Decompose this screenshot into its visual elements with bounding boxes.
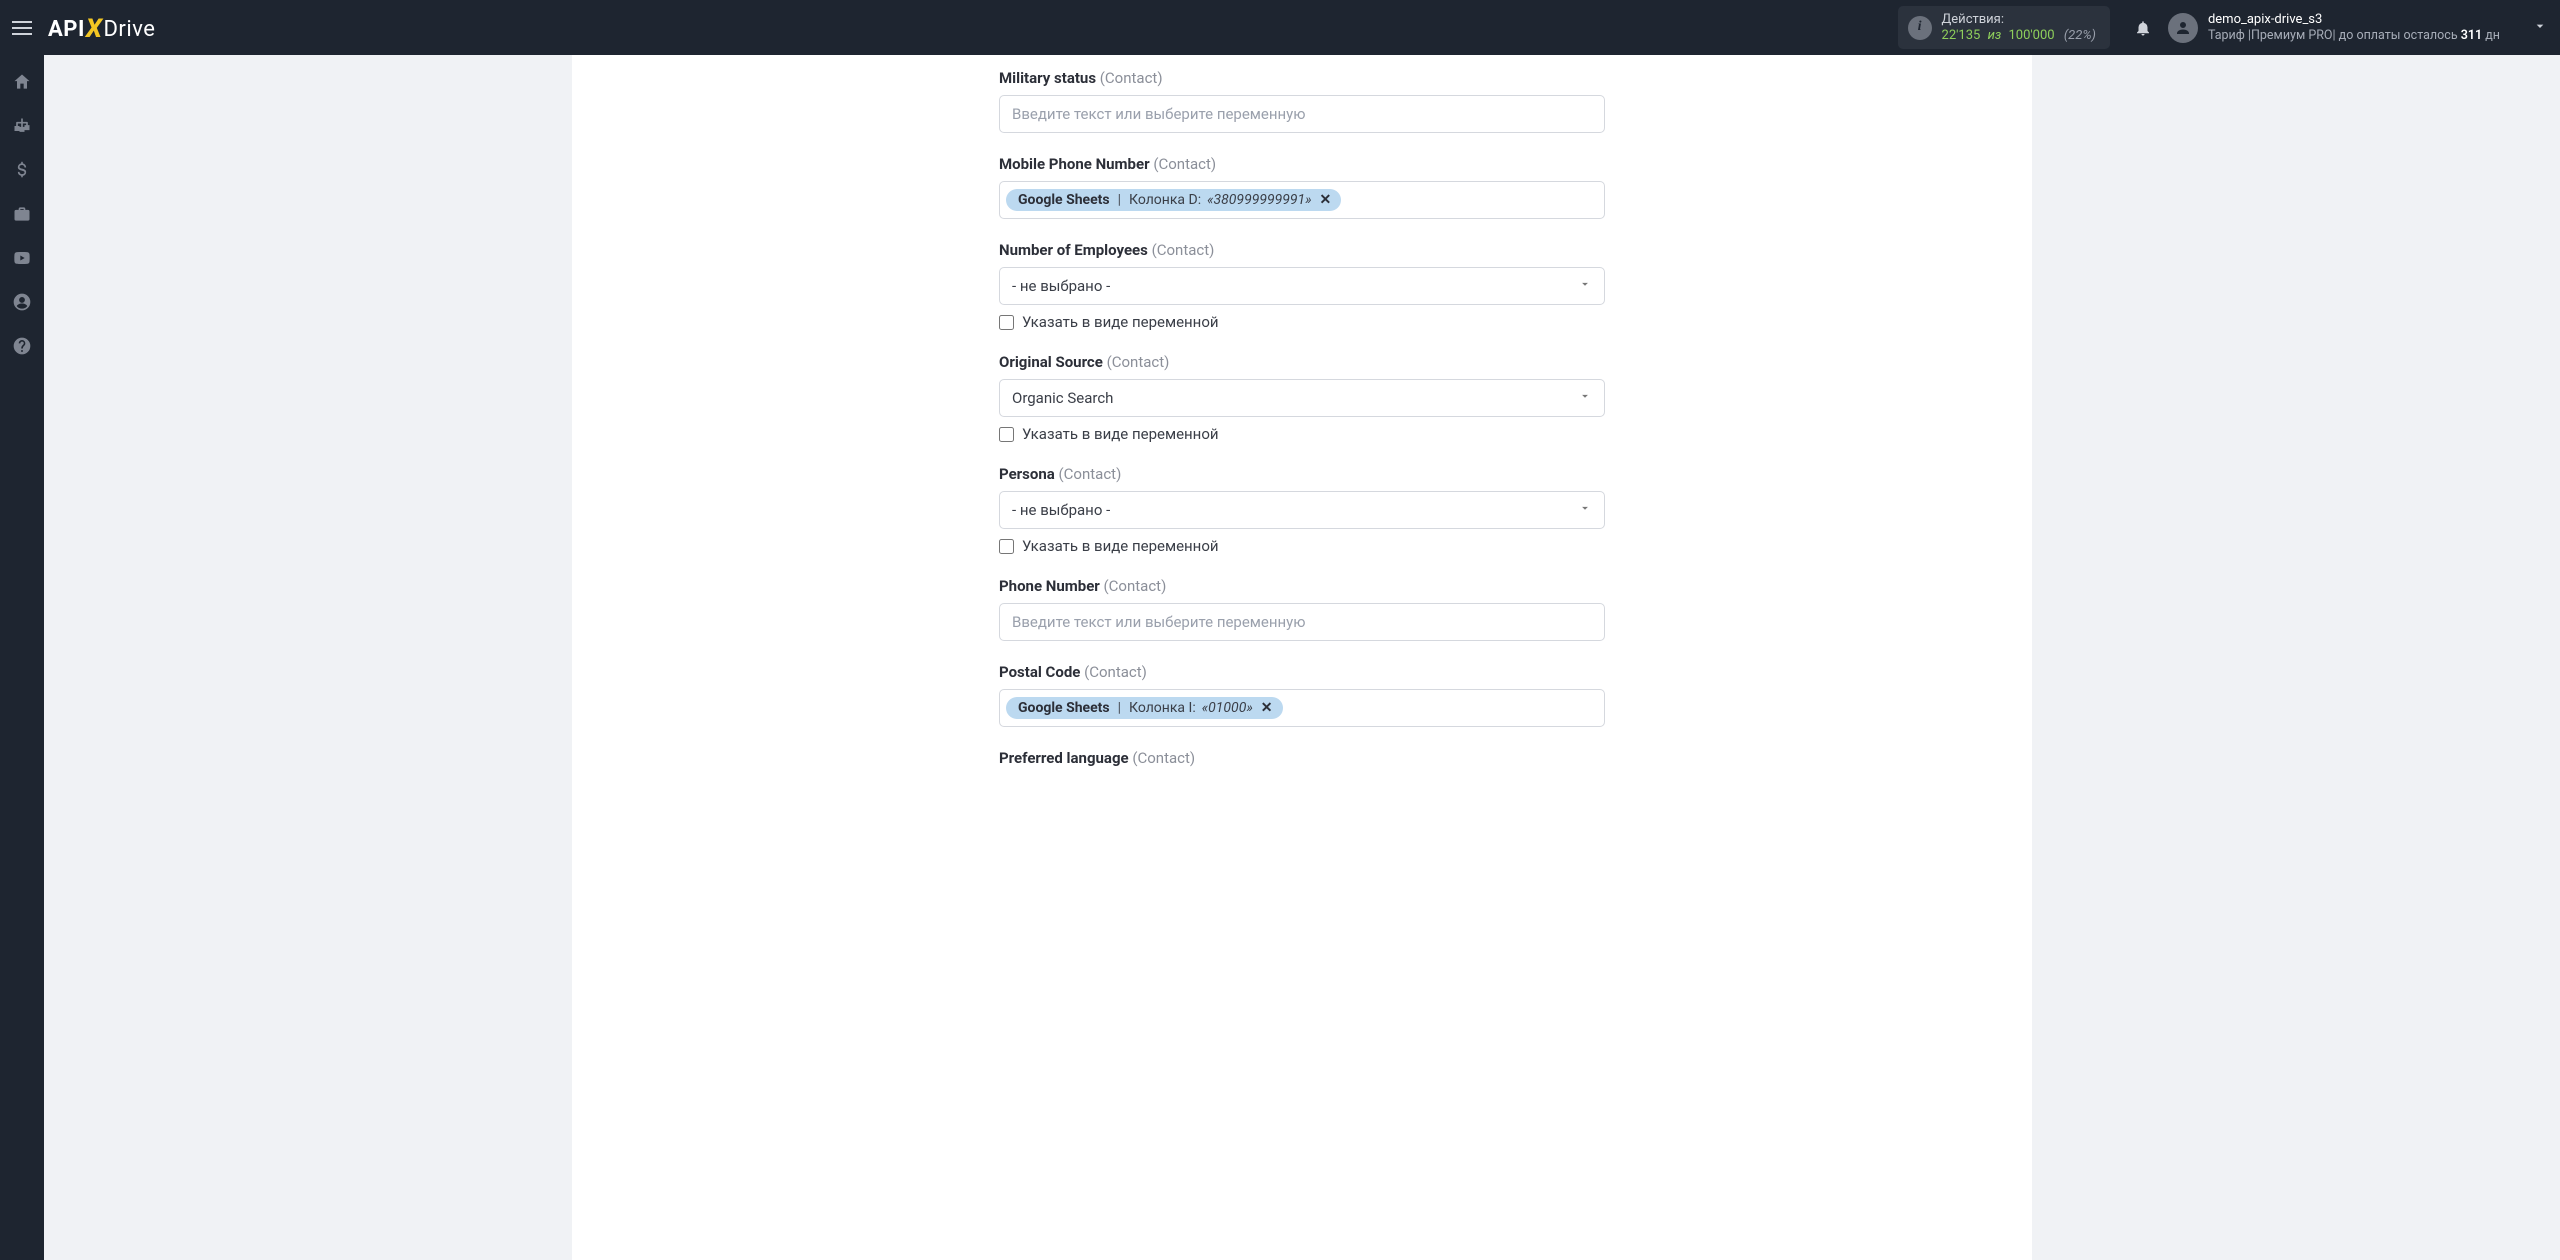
nav-account[interactable] [0, 283, 44, 321]
info-icon: i [1908, 16, 1932, 40]
actions-label: Действия: [1942, 12, 2096, 28]
field-military_status: Military status (Contact) Введите текст и… [999, 69, 1605, 133]
num_employees-select[interactable]: - не выбрано - [999, 267, 1605, 305]
chevron-down-icon [1578, 389, 1592, 407]
chip-remove[interactable]: ✕ [1261, 700, 1273, 716]
field-preferred_language: Preferred language (Contact) [999, 749, 1605, 767]
field-label-text: Number of Employees [999, 241, 1148, 259]
field-persona: Persona (Contact) - не выбрано - Указать в… [999, 465, 1605, 555]
field-label: Phone Number (Contact) [999, 577, 1605, 595]
actions-counts: 22'135 из 100'000 (22%) [1942, 28, 2096, 44]
field-label-context: (Contact) [1100, 69, 1163, 87]
persona-as-variable[interactable]: Указать в виде переменной [999, 537, 1605, 555]
field-mobile_phone: Mobile Phone Number (Contact) Google Shee… [999, 155, 1605, 219]
nav-connections[interactable] [0, 107, 44, 145]
dollar-icon [12, 160, 32, 180]
nav-billing[interactable] [0, 151, 44, 189]
menu-toggle[interactable] [0, 6, 44, 50]
field-label-context: (Contact) [1104, 577, 1167, 595]
chip-remove[interactable]: ✕ [1320, 192, 1332, 208]
phone_number-input[interactable]: Введите текст или выберите переменную [999, 603, 1605, 641]
field-label: Original Source (Contact) [999, 353, 1605, 371]
field-label-text: Phone Number [999, 577, 1100, 595]
original_source-select[interactable]: Organic Search [999, 379, 1605, 417]
checkbox-label: Указать в виде переменной [1022, 537, 1219, 555]
field-label-context: (Contact) [1153, 155, 1216, 173]
logo-api: API [48, 17, 85, 42]
user-name: demo_apix-drive_s3 [2208, 12, 2500, 28]
sitemap-icon [12, 116, 32, 136]
nav-help[interactable] [0, 327, 44, 365]
shell: Military status (Contact) Введите текст и… [0, 55, 2560, 1260]
field-label-text: Postal Code [999, 663, 1080, 681]
nav-videos[interactable] [0, 239, 44, 277]
hamburger-icon [12, 27, 32, 29]
checkbox[interactable] [999, 315, 1014, 330]
checkbox[interactable] [999, 539, 1014, 554]
siderail [0, 55, 44, 1260]
bell-icon [2134, 19, 2152, 37]
select-value: Organic Search [1012, 389, 1113, 407]
chevron-down-icon [1578, 277, 1592, 295]
user-icon [2174, 19, 2192, 37]
checkbox-label: Указать в виде переменной [1022, 313, 1219, 331]
postal_code-input[interactable]: Google Sheets|Колонка I: «01000»✕ [999, 689, 1605, 727]
actions-counter[interactable]: i Действия: 22'135 из 100'000 (22%) [1898, 6, 2110, 49]
military_status-input[interactable]: Введите текст или выберите переменную [999, 95, 1605, 133]
field-label: Postal Code (Contact) [999, 663, 1605, 681]
field-label-context: (Contact) [1132, 749, 1195, 767]
mapping-chip: Google Sheets|Колонка D: «380999999991»✕ [1006, 189, 1341, 211]
original_source-as-variable[interactable]: Указать в виде переменной [999, 425, 1605, 443]
mapping-chip: Google Sheets|Колонка I: «01000»✕ [1006, 697, 1283, 719]
user-tariff: Тариф |Премиум PRO| до оплаты осталось 3… [2208, 28, 2500, 44]
user-circle-icon [12, 292, 32, 312]
logo-x: X [86, 14, 103, 44]
checkbox[interactable] [999, 427, 1014, 442]
home-icon [12, 72, 32, 92]
field-label: Number of Employees (Contact) [999, 241, 1605, 259]
field-label: Preferred language (Contact) [999, 749, 1605, 767]
logo[interactable]: API X Drive [48, 13, 155, 43]
field-num_employees: Number of Employees (Contact) - не выбран… [999, 241, 1605, 331]
field-label-text: Persona [999, 465, 1055, 483]
briefcase-icon [12, 204, 32, 224]
avatar [2168, 13, 2198, 43]
user-menu[interactable]: demo_apix-drive_s3 Тариф |Премиум PRO| д… [2168, 12, 2548, 44]
select-value: - не выбрано - [1012, 277, 1110, 295]
content-scroll[interactable]: Military status (Contact) Введите текст и… [44, 55, 2560, 1260]
field-phone_number: Phone Number (Contact) Введите текст или … [999, 577, 1605, 641]
help-icon [12, 336, 32, 356]
nav-home[interactable] [0, 63, 44, 101]
field-label-context: (Contact) [1107, 353, 1170, 371]
field-label-text: Military status [999, 69, 1096, 87]
form-column: Military status (Contact) Введите текст и… [999, 69, 1605, 767]
checkbox-label: Указать в виде переменной [1022, 425, 1219, 443]
field-label-context: (Contact) [1059, 465, 1122, 483]
field-original_source: Original Source (Contact) Organic Search У… [999, 353, 1605, 443]
field-label: Military status (Contact) [999, 69, 1605, 87]
chevron-down-icon [1578, 501, 1592, 519]
field-label-text: Mobile Phone Number [999, 155, 1150, 173]
field-label-text: Preferred language [999, 749, 1129, 767]
notifications-button[interactable] [2124, 9, 2162, 47]
form-card: Military status (Contact) Введите текст и… [572, 55, 2032, 1260]
num_employees-as-variable[interactable]: Указать в виде переменной [999, 313, 1605, 331]
field-label-text: Original Source [999, 353, 1103, 371]
field-postal_code: Postal Code (Contact) Google Sheets|Колон… [999, 663, 1605, 727]
chevron-down-icon [2532, 18, 2548, 38]
field-label: Persona (Contact) [999, 465, 1605, 483]
mobile_phone-input[interactable]: Google Sheets|Колонка D: «380999999991»✕ [999, 181, 1605, 219]
field-label-context: (Contact) [1152, 241, 1215, 259]
logo-drive: Drive [103, 17, 155, 42]
field-label: Mobile Phone Number (Contact) [999, 155, 1605, 173]
topbar: API X Drive i Действия: 22'135 из 100'00… [0, 0, 2560, 55]
persona-select[interactable]: - не выбрано - [999, 491, 1605, 529]
youtube-icon [12, 248, 32, 268]
nav-apps[interactable] [0, 195, 44, 233]
field-label-context: (Contact) [1084, 663, 1147, 681]
select-value: - не выбрано - [1012, 501, 1110, 519]
